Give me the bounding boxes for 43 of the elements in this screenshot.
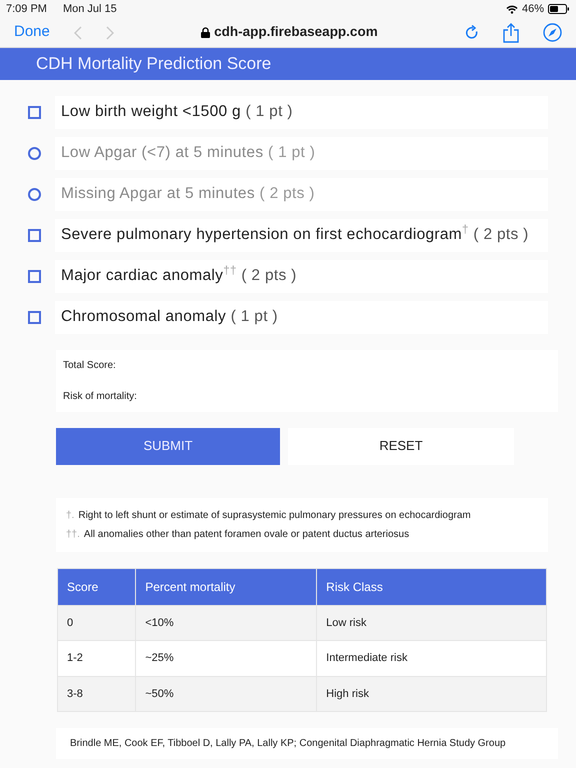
result-label: Total Score: [63,360,116,371]
checkbox[interactable] [28,270,41,283]
table-cell: <10% [136,605,317,641]
page-title: CDH Mortality Prediction Score [36,53,272,76]
result-label: Risk of mortality: [63,390,137,402]
compass-icon[interactable] [543,23,562,42]
criterion-label: Low Apgar (<7) at 5 minutes ( 1 pt ) [55,136,548,170]
footnote-text: All anomalies other than patent foramen ovale or patent ductus arteriosus [84,528,410,540]
criterion-label: Low birth weight <1500 g ( 1 pt ) [55,96,548,129]
table-cell: 3-8 [58,676,136,712]
criterion-label: Chromosomal anomaly ( 1 pt ) [55,300,548,334]
table-cell: Intermediate risk [316,640,546,676]
lock-icon [201,27,210,38]
table-cell: 1-2 [58,640,136,676]
status-date: Mon Jul 15 [62,2,117,17]
wifi-icon [506,4,518,14]
battery-icon [548,4,570,14]
status-time: 7:09 PM [6,2,47,17]
column-header: Percent mortality [136,568,317,606]
done-button[interactable]: Done [14,21,50,44]
battery-percent: 46% [522,2,544,17]
submit-button[interactable]: SUBMIT [56,428,280,465]
criterion-label: Missing Apgar at 5 minutes ( 2 pts ) [55,178,548,211]
column-header: Risk Class [316,568,546,606]
criterion-label: Severe pulmonary hypertension on first echocardiogram$^{†}$ ( 2 pts ) [55,218,548,252]
criterion-label: Major cardiac anomaly$^{††}$ ( 2 pts ) [55,260,548,293]
table-cell: Low risk [316,605,546,641]
reset-button[interactable]: RESET [288,428,514,465]
checkbox[interactable] [28,106,41,119]
footnote-mark: †. [66,510,74,521]
footnote-text: Right to left shunt or estimate of suprasystemic pulmonary pressures on echocardiogram [78,510,471,521]
table-cell: ~25% [136,640,317,676]
checkbox[interactable] [28,228,41,242]
reference-text: Brindle ME, Cook EF, Tibboel D, Lally PA, Lally KP; Congenital Diaphragmatic Hernia Study Group [70,738,506,750]
table-cell: High risk [316,676,546,712]
share-icon[interactable] [503,22,519,42]
column-header: Score [58,568,136,606]
url-text[interactable]: cdh-app.firebaseapp.com [214,22,378,43]
reload-icon[interactable] [465,25,479,40]
table-cell: 0 [58,605,136,641]
table-cell: ~50% [136,676,317,712]
footnote-mark: ††. [66,528,80,540]
checkbox[interactable] [28,310,41,324]
